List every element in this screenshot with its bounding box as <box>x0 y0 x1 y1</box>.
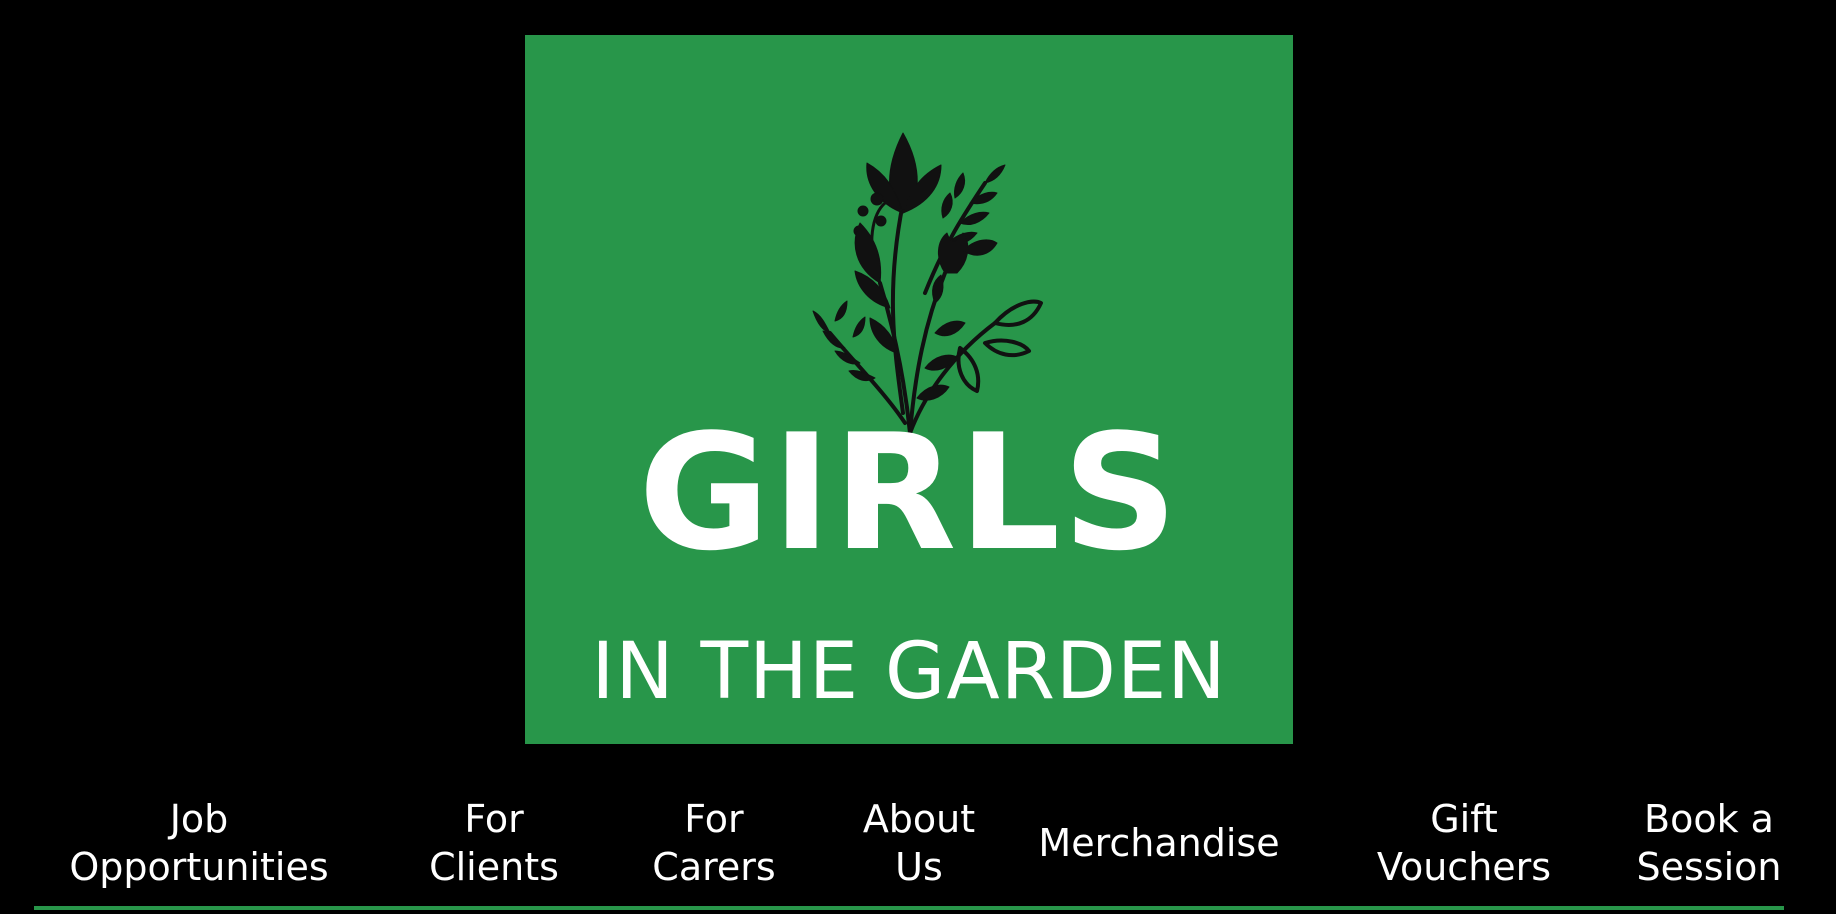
nav-gift-vouchers[interactable]: Gift Vouchers <box>1314 790 1614 896</box>
nav-for-clients[interactable]: For Clients <box>394 790 594 896</box>
nav-about-us[interactable]: About Us <box>824 790 1014 896</box>
logo-title: GIRLS <box>638 399 1180 586</box>
logo-subtitle: IN THE GARDEN <box>591 627 1227 717</box>
plant-bouquet-icon <box>812 132 1043 435</box>
nav-book-a-session[interactable]: Book a Session <box>1584 790 1834 896</box>
nav-underline <box>34 906 1784 910</box>
main-navigation: Job Opportunities For Clients For Carers… <box>34 790 1784 896</box>
nav-job-opportunities[interactable]: Job Opportunities <box>34 790 364 896</box>
nav-merchandise[interactable]: Merchandise <box>1009 790 1309 896</box>
nav-for-carers[interactable]: For Carers <box>614 790 814 896</box>
site-logo[interactable]: GIRLS IN THE GARDEN <box>525 35 1293 744</box>
